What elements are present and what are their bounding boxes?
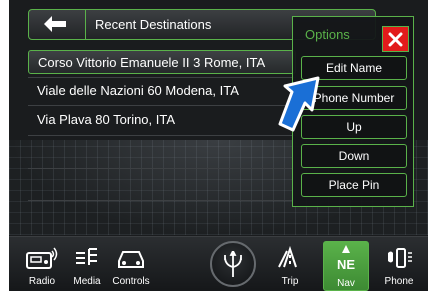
destination-item[interactable]: Corso Vittorio Emanuele II 3 Rome, ITA: [28, 50, 296, 74]
trident-icon: [224, 251, 242, 277]
radio-icon: [26, 247, 58, 269]
options-panel: Options Edit Name Phone Number Up Down P…: [292, 16, 414, 207]
up-button[interactable]: Up: [301, 115, 407, 139]
nav-label: Media: [73, 276, 101, 287]
page-title: Recent Destinations: [95, 17, 212, 32]
nav-nav[interactable]: NE Nav: [323, 241, 369, 291]
divider: [28, 168, 296, 169]
nav-radio[interactable]: Radio: [19, 243, 65, 289]
divider: [28, 105, 296, 106]
car-icon: [118, 251, 144, 268]
edit-name-button[interactable]: Edit Name: [301, 56, 407, 80]
destination-label: Corso Vittorio Emanuele II 3 Rome, ITA: [38, 55, 266, 70]
divider: [28, 135, 296, 136]
back-arrow-icon: [44, 16, 66, 32]
nav-label: Nav: [337, 278, 355, 289]
bottom-nav-bar: Radio Media Controls Trip NE Nav Phone: [9, 236, 428, 291]
trip-road-icon: [278, 245, 297, 268]
phone-number-button[interactable]: Phone Number: [301, 86, 407, 110]
nav-label: Trip: [281, 276, 299, 287]
close-icon: [388, 32, 403, 47]
compass-heading: NE: [336, 257, 356, 272]
nav-label: Controls: [112, 276, 150, 287]
destination-item[interactable]: Viale delle Nazioni 60 Modena, ITA: [28, 79, 296, 103]
divider: [28, 200, 296, 201]
phone-icon: [388, 248, 412, 268]
uconnect-screen: Recent Destinations Corso Vittorio Emanu…: [9, 0, 428, 291]
nav-phone[interactable]: Phone: [376, 243, 422, 289]
down-button[interactable]: Down: [301, 144, 407, 168]
close-button[interactable]: [382, 26, 409, 52]
nav-trip[interactable]: Trip: [267, 243, 313, 289]
nav-controls[interactable]: Controls: [108, 243, 154, 289]
place-pin-button[interactable]: Place Pin: [301, 173, 407, 197]
destination-item[interactable]: Via Plava 80 Torino, ITA: [28, 108, 296, 132]
nav-label: Radio: [28, 276, 56, 287]
back-button[interactable]: [29, 10, 86, 39]
divider: [28, 77, 296, 78]
nav-media[interactable]: Media: [64, 243, 110, 289]
media-icon: [76, 248, 97, 265]
destination-label: Viale delle Nazioni 60 Modena, ITA: [37, 83, 239, 98]
options-title: Options: [305, 27, 350, 42]
destination-label: Via Plava 80 Torino, ITA: [37, 112, 176, 127]
nav-label: Phone: [384, 276, 414, 287]
maserati-logo[interactable]: [210, 241, 256, 287]
